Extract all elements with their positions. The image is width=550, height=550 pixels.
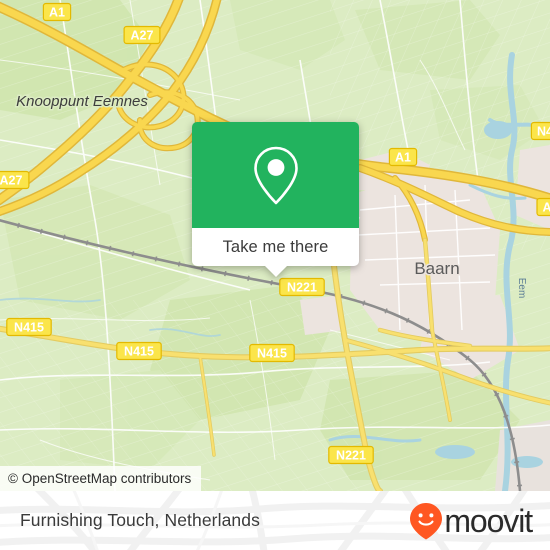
- road-shield-a1-0: A1: [42, 2, 72, 22]
- map-pin-icon: [253, 146, 298, 205]
- road-shield-label: A1: [395, 151, 411, 165]
- map-label-knooppunt-eemnes: Knooppunt Eemnes: [16, 93, 148, 110]
- moovit-logo[interactable]: moovit: [409, 491, 533, 550]
- road-shield-a27-2: A27: [0, 170, 30, 190]
- footer-bar: Furnishing Touch, Netherlands moovit: [0, 491, 550, 550]
- place-title: Furnishing Touch, Netherlands: [20, 491, 260, 550]
- road-shield-label: A1: [49, 6, 65, 20]
- road-shield-label: N221: [287, 281, 317, 295]
- road-shield-label: N4: [537, 125, 550, 139]
- osm-attribution-text: © OpenStreetMap contributors: [8, 471, 192, 486]
- osm-attribution[interactable]: © OpenStreetMap contributors: [0, 466, 202, 491]
- callout-icon-panel: [192, 122, 359, 228]
- take-me-there-button[interactable]: Take me there: [223, 238, 329, 257]
- road-shield-label: A: [542, 201, 550, 215]
- callout-pointer: [264, 266, 287, 277]
- moovit-wordmark: moovit: [444, 502, 533, 539]
- road-shield-n415-8: N415: [116, 341, 162, 361]
- moovit-smiley-pin-icon: [410, 502, 443, 539]
- map-label-eem: Eem: [516, 278, 527, 299]
- road-shield-n221-6: N221: [279, 277, 325, 297]
- road-shield-label: N221: [336, 449, 366, 463]
- location-callout[interactable]: Take me there: [192, 122, 359, 277]
- road-shield-label: N415: [14, 321, 44, 335]
- road-shield-label: A27: [131, 29, 154, 43]
- road-shield-n415-9: N415: [249, 343, 295, 363]
- road-shield-label: N415: [257, 347, 287, 361]
- road-shield-a1-3: A1: [388, 147, 418, 167]
- road-shield-label: N415: [124, 345, 154, 359]
- road-shield-n415-7: N415: [6, 317, 52, 337]
- road-shield-a27-1: A27: [123, 25, 161, 45]
- road-shield-n4-4: N4: [530, 121, 550, 141]
- moovit-map-screenshot: Knooppunt Eemnes Baarn Eem A1 A27 A27 A1 N4 A…: [0, 0, 550, 550]
- map-label-baarn: Baarn: [414, 259, 459, 278]
- road-shield-label: A27: [0, 174, 23, 188]
- road-shield-n221-10: N221: [328, 445, 374, 465]
- callout-action-bar[interactable]: Take me there: [192, 228, 359, 277]
- place-title-text: Furnishing Touch, Netherlands: [20, 510, 260, 530]
- road-shield-a-5: A: [536, 197, 550, 217]
